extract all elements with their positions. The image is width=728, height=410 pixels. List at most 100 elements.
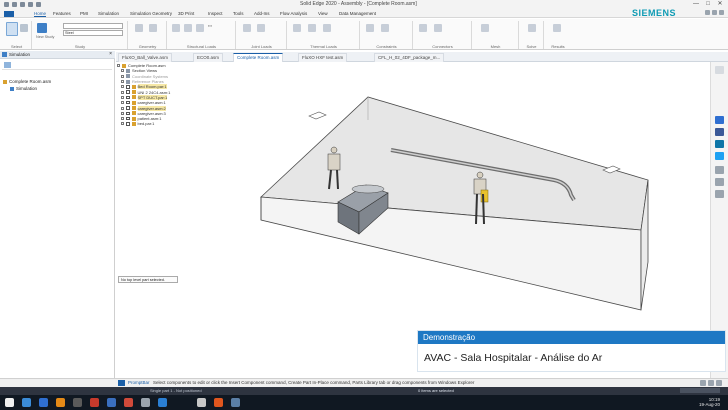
tree-item-root[interactable]: Complete Room.asm [3,79,51,84]
material-dropdown[interactable]: Steel [63,30,123,36]
tab-doc-3[interactable]: Complete Room.asm [233,53,284,62]
document-tabs: FluXO_Ball_Valve.asm ECO0.asm Complete R… [116,52,728,62]
tab-doc-4[interactable]: FluXO HXF test.asm [298,53,348,62]
visibility-checkbox[interactable] [126,100,130,105]
visibility-checkbox[interactable] [126,95,130,100]
taskbar-app-icon[interactable] [22,398,31,407]
help-icon[interactable] [705,10,710,15]
results-icon[interactable] [553,24,561,32]
close-button[interactable]: ✕ [714,0,726,9]
menu-view[interactable]: View [318,11,328,16]
taskbar-app-icon[interactable] [197,398,206,407]
taskbar-app-icon[interactable] [73,398,82,407]
status-selection: 0 items are selected [418,388,454,393]
taskbar-app-icon[interactable] [214,398,223,407]
app-menu-icon[interactable] [4,2,9,7]
minimize-button[interactable]: — [690,0,702,9]
parts-library-icon[interactable] [715,166,724,174]
ribbon-toggle-icon[interactable] [719,10,724,15]
visibility-checkbox[interactable] [126,111,130,116]
menu-tools[interactable]: Tools [233,11,244,16]
force-icon[interactable] [172,24,180,32]
view-icon[interactable] [715,190,724,198]
promptbar-search-icon[interactable] [700,380,706,386]
visibility-checkbox[interactable] [126,85,130,89]
joint-load-icon[interactable] [243,24,251,32]
menu-simulation-geometry[interactable]: Simulation Geometry [130,11,172,16]
menu-features[interactable]: Features [53,11,71,16]
assembly-icon [131,116,136,121]
twitter-icon[interactable] [715,152,724,160]
promptbar-label: PromptBar [128,380,150,385]
ribbon-group-mesh: Mesh [473,21,519,49]
menu-data-management[interactable]: Data Management [339,11,376,16]
part-icon [131,121,136,126]
pinned-constraint-icon[interactable] [381,24,389,32]
simulation-node-icon [10,86,14,91]
pathfinder-item[interactable]: bed.par:1 [117,121,202,126]
globe-icon[interactable] [715,116,724,124]
taskbar-clock[interactable]: 10:19 19-Aug-20 [699,397,720,407]
collapse-icon[interactable] [715,66,724,74]
facebook-icon[interactable] [715,128,724,136]
visibility-checkbox[interactable] [126,116,130,121]
menu-home[interactable]: Home [34,11,47,17]
temperature-icon[interactable] [293,24,301,32]
geometry-2-icon[interactable] [149,24,157,32]
menu-3d-print[interactable]: 3D Print [178,11,194,16]
pressure-icon[interactable] [184,24,192,32]
bearing-load-icon[interactable] [257,24,265,32]
tab-doc-2[interactable]: ECO0.asm [193,53,224,62]
taskbar-app-icon[interactable] [158,398,167,407]
redo-icon[interactable] [28,2,33,7]
print-icon[interactable] [36,2,41,7]
layers-icon[interactable] [715,178,724,186]
select-options-icon[interactable] [20,24,28,32]
promptbar-close-icon[interactable] [716,380,722,386]
fixed-constraint-icon[interactable] [366,24,374,32]
promptbar-pin-icon[interactable] [708,380,714,386]
panel-tool-icon[interactable] [4,62,11,68]
menu-flow-analysis[interactable]: Flow Analysis [280,11,307,16]
taskbar-app-icon[interactable] [124,398,133,407]
taskbar-app-icon[interactable] [141,398,150,407]
surface-contact-icon[interactable] [419,24,427,32]
menu-inspect[interactable]: Inspect [208,11,223,16]
status-search-field[interactable] [680,388,720,393]
save-icon[interactable] [12,2,17,7]
tab-doc-1[interactable]: FluXO_Ball_Valve.asm [118,53,172,62]
menu-add-ins[interactable]: Add-Ins [254,11,270,16]
convection-icon[interactable] [323,24,331,32]
visibility-checkbox[interactable] [126,90,130,94]
glue-icon[interactable] [434,24,442,32]
menu-pmi[interactable]: PMI [80,11,88,16]
taskbar-app-icon[interactable] [231,398,240,407]
tab-doc-5[interactable]: CFL_H_02_4DF_package_m... [374,53,445,62]
solve-icon[interactable] [528,24,536,32]
new-study-icon[interactable] [37,23,47,33]
taskbar-app-icon[interactable] [107,398,116,407]
structural-option-1[interactable]: ▪▪▪ [208,24,212,28]
undo-icon[interactable] [20,2,25,7]
settings-icon[interactable] [712,10,717,15]
visibility-checkbox[interactable] [126,106,130,110]
menu-simulation[interactable]: Simulation [98,11,119,16]
study-dropdown[interactable] [63,23,123,29]
visibility-checkbox[interactable] [126,122,130,126]
mesh-icon[interactable] [481,24,489,32]
select-tool-icon[interactable] [6,22,18,36]
start-icon[interactable] [5,398,14,407]
maximize-button[interactable]: □ [702,0,714,9]
demo-heading: Demonstração [418,331,725,344]
taskbar-app-icon[interactable] [56,398,65,407]
taskbar-app-icon[interactable] [90,398,99,407]
taskbar-app-icon[interactable] [39,398,48,407]
linkedin-icon[interactable] [715,140,724,148]
geometry-icon[interactable] [135,24,143,32]
tree-item-simulation[interactable]: Simulation [10,86,37,91]
heat-flux-icon[interactable] [308,24,316,32]
torque-icon[interactable] [196,24,204,32]
panel-close-icon[interactable]: × [109,51,112,57]
assembly-icon [131,90,136,95]
file-menu-icon[interactable] [4,11,14,17]
